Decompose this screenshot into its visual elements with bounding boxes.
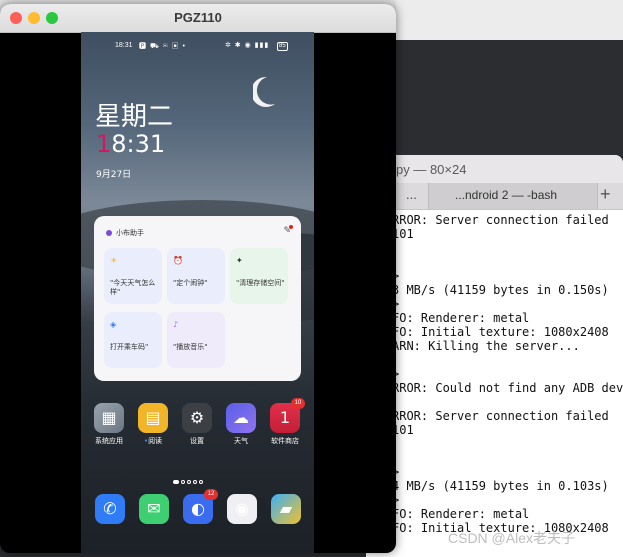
camera-icon: ◉: [227, 494, 257, 524]
assistant-card[interactable]: 小布助手 ✎ ☀ "今天天气怎么样" ⏰ "定个闹钟" ✦ "清理存储空间" ◈…: [94, 216, 301, 381]
watermark: CSDN @Alex老夫子: [448, 530, 576, 546]
notification-icons: 🅿 ⛟ ✉ ▣ •: [139, 43, 186, 50]
terminal-line: RROR: Server connection failed: [392, 213, 609, 227]
dock-phone[interactable]: ✆: [90, 494, 130, 524]
suggestion-text: "今天天气怎么样": [110, 279, 156, 296]
notification-badge: 10: [291, 398, 305, 409]
terminal-line: FO: Renderer: metal: [392, 311, 530, 325]
terminal-line: >: [392, 493, 622, 507]
scrcpy-window[interactable]: PGZ110 18:31 🅿 ⛟ ✉ ▣ • ✲ ✱ ◉ ▮▮▮ 85 星期二 …: [0, 4, 396, 553]
clock-hour-digit: 1: [96, 130, 112, 158]
clock-time: 8:31: [111, 130, 166, 158]
weather-icon: ☁: [226, 403, 256, 433]
terminal-titlebar[interactable]: py — 80×24: [366, 155, 623, 183]
notification-badge: 12: [204, 489, 218, 500]
suggestion-clean-storage[interactable]: ✦ "清理存储空间": [230, 248, 288, 304]
terminal-window[interactable]: py — 80×24 ... ...ndroid 2 — -bash + RRO…: [366, 155, 623, 557]
background-window-area: [396, 40, 623, 155]
suggestion-text: "播放音乐": [173, 343, 208, 351]
terminal-line: >: [392, 465, 622, 479]
terminal-tabbar: ... ...ndroid 2 — -bash +: [366, 183, 623, 210]
terminal-line: RROR: Could not find any ADB dev: [392, 381, 623, 395]
weekday-label: 星期二: [95, 102, 174, 132]
app-label: 软件商店: [271, 437, 299, 445]
assistant-title: 小布助手: [116, 229, 144, 237]
suggestion-text: "清理存储空间": [236, 279, 285, 287]
dock-browser[interactable]: ◐ 12: [178, 489, 218, 524]
phone-icon: ✆: [95, 494, 125, 524]
terminal-line: 101: [392, 227, 414, 241]
terminal-output[interactable]: RROR: Server connection failed 101 > 3 M…: [392, 213, 623, 557]
status-time: 18:31: [115, 42, 133, 49]
app-system-apps[interactable]: ▦ 系统应用: [89, 403, 129, 446]
dock-gallery[interactable]: ▰: [266, 494, 306, 524]
battery-icon: 85: [277, 42, 288, 51]
app-weather[interactable]: ☁ 天气: [221, 403, 261, 446]
status-bar: 18:31 🅿 ⛟ ✉ ▣ • ✲ ✱ ◉ ▮▮▮ 85: [81, 40, 314, 52]
terminal-line: 3 MB/s (41159 bytes in 0.150s): [392, 283, 609, 297]
edit-icon[interactable]: ✎: [283, 225, 293, 236]
gear-icon: ⚙: [182, 403, 212, 433]
new-tab-button[interactable]: +: [600, 184, 611, 205]
terminal-line: 101: [392, 423, 414, 437]
suggestion-weather[interactable]: ☀ "今天天气怎么样": [104, 248, 162, 304]
tab-overflow-button[interactable]: ...: [406, 187, 417, 202]
tab-bash[interactable]: ...ndroid 2 — -bash: [428, 183, 598, 209]
suggestion-text: "定个闹钟": [173, 279, 208, 287]
suggestion-text: 打开乘车码": [110, 343, 149, 351]
terminal-line: >: [392, 367, 622, 381]
signal-icons: ✲ ✱ ◉ ▮▮▮: [225, 42, 270, 49]
app-settings[interactable]: ⚙ 设置: [177, 403, 217, 446]
app-label: 天气: [234, 437, 248, 445]
system-apps-icon: ▦: [94, 403, 124, 433]
app-label: 系统应用: [95, 437, 123, 445]
date-label: 9月27日: [96, 170, 132, 180]
clean-icon: ✦: [236, 256, 243, 265]
book-icon: ▤: [138, 403, 168, 433]
alarm-icon: ⏰: [173, 256, 183, 265]
suggestion-alarm[interactable]: ⏰ "定个闹钟": [167, 248, 225, 304]
app-label: 设置: [190, 437, 204, 445]
page-indicator[interactable]: [173, 469, 223, 484]
app-reading[interactable]: ▤ •阅读: [133, 403, 173, 446]
terminal-line: 4 MB/s (41159 bytes in 0.103s): [392, 479, 609, 493]
sun-icon: ☀: [110, 256, 118, 265]
terminal-line: >: [392, 297, 622, 311]
music-icon: ♪: [173, 320, 179, 329]
window-title: PGZ110: [174, 10, 222, 25]
message-icon: ✉: [139, 494, 169, 524]
clock-widget[interactable]: 18:31: [96, 130, 165, 158]
terminal-line: >: [392, 269, 622, 283]
terminal-line: ARN: Killing the server...: [392, 339, 580, 353]
dock-camera[interactable]: ◉: [222, 494, 262, 524]
tab-bash-label: ...ndroid 2 — -bash: [455, 188, 558, 202]
ride-code-icon: ◈: [110, 320, 117, 329]
terminal-title: py — 80×24: [396, 162, 467, 177]
suggestion-music[interactable]: ♪ "播放音乐": [167, 312, 225, 368]
terminal-line: RROR: Server connection failed: [392, 409, 609, 423]
terminal-line: FO: Initial texture: 1080x2408: [392, 325, 609, 339]
suggestion-ride-code[interactable]: ◈ 打开乘车码": [104, 312, 162, 368]
terminal-line: FO: Renderer: metal: [392, 507, 530, 521]
phone-screen[interactable]: 18:31 🅿 ⛟ ✉ ▣ • ✲ ✱ ◉ ▮▮▮ 85 星期二 18:31 9…: [81, 32, 314, 553]
app-store[interactable]: 1 10 软件商店: [265, 398, 305, 446]
dock-messages[interactable]: ✉: [134, 494, 174, 524]
store-icon: 1 10: [270, 398, 305, 433]
assistant-header: 小布助手: [106, 228, 144, 238]
window-titlebar[interactable]: PGZ110: [0, 4, 396, 33]
assistant-logo-icon: [106, 230, 112, 236]
gallery-icon: ▰: [271, 494, 301, 524]
browser-icon: ◐ 12: [183, 489, 218, 524]
moon-icon: [253, 76, 275, 107]
app-label: •阅读: [143, 437, 163, 445]
